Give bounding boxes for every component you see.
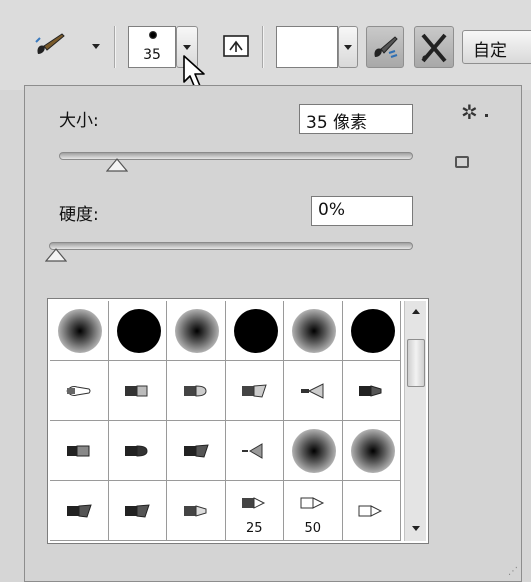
brush-preset-cell[interactable] <box>50 481 109 541</box>
toggle-brush-panel-icon <box>223 35 249 57</box>
brush-preset-cell[interactable] <box>342 361 401 421</box>
blend-mode-dropdown-button[interactable] <box>338 26 358 68</box>
brush-preset-cell[interactable] <box>225 361 284 421</box>
brush-preset-cell[interactable] <box>225 421 284 481</box>
brush-preset-cell[interactable] <box>108 361 167 421</box>
size-slider-thumb[interactable] <box>106 158 128 172</box>
brush-tip-icon <box>66 385 91 396</box>
hard-round-brush-icon <box>116 309 161 353</box>
mode-label: 自定 <box>473 41 507 61</box>
chevron-down-icon <box>92 44 100 49</box>
brush-preset-cell[interactable] <box>50 301 109 361</box>
brush-tip-icon <box>242 497 266 510</box>
brush-tip-icon <box>183 504 207 517</box>
brush-preset-picker[interactable]: 35 <box>128 26 176 68</box>
pressure-size-icon <box>421 33 447 63</box>
brush-preset-cell[interactable] <box>108 421 167 481</box>
brush-tip-icon <box>242 442 263 459</box>
brush-tip-icon <box>183 384 207 397</box>
pressure-size-button[interactable] <box>414 26 454 68</box>
menu-arrow-icon <box>485 114 488 117</box>
new-preset-icon[interactable] <box>455 156 469 168</box>
brush-preset-cell[interactable] <box>284 301 343 361</box>
brush-preset-cell[interactable] <box>342 421 401 481</box>
chevron-down-icon <box>344 45 352 50</box>
separator <box>262 26 264 68</box>
brush-preset-cell[interactable]: 50 <box>284 481 343 541</box>
brush-preset-cell[interactable] <box>167 301 226 361</box>
scroll-down-icon[interactable] <box>412 526 420 531</box>
hardness-label: 硬度: <box>59 205 99 225</box>
resize-grip-icon[interactable]: ⋰ <box>508 566 518 577</box>
scroll-thumb[interactable] <box>407 339 425 387</box>
toggle-brush-panel-button[interactable] <box>220 30 252 62</box>
brush-preset-cell[interactable] <box>167 421 226 481</box>
brush-preset-cell[interactable] <box>284 421 343 481</box>
brush-preset-cell[interactable] <box>108 301 167 361</box>
brush-preset-cell[interactable] <box>108 481 167 541</box>
brush-size-label: 25 <box>245 521 263 536</box>
hardness-slider-track[interactable] <box>49 242 413 250</box>
brush-grid: 25 50 <box>50 301 401 541</box>
brush-tip-icon <box>300 497 324 510</box>
hardness-input[interactable]: 0% <box>311 196 413 226</box>
brush-size-preview: 35 <box>143 47 161 63</box>
soft-round-brush-icon <box>292 429 336 473</box>
scroll-up-icon[interactable] <box>412 309 420 314</box>
gear-icon[interactable]: ✲ <box>461 100 478 124</box>
brush-size-label: 50 <box>304 521 322 536</box>
brush-tip-preview <box>149 31 157 39</box>
soft-round-brush-icon <box>58 309 102 353</box>
separator <box>114 26 116 68</box>
brush-preset-cell[interactable] <box>50 361 109 421</box>
soft-round-brush-icon <box>350 429 395 473</box>
brush-tip-icon <box>359 384 382 397</box>
tool-options-bar: 35 自定 <box>0 0 531 90</box>
brush-tip-icon <box>125 503 150 518</box>
brush-tool-icon <box>35 33 65 54</box>
brush-tip-icon <box>183 443 209 458</box>
soft-round-brush-icon <box>292 309 336 353</box>
brush-preset-cell[interactable] <box>342 481 401 541</box>
blend-mode-field[interactable] <box>276 26 338 68</box>
brush-preset-cell[interactable] <box>342 301 401 361</box>
scrollbar[interactable] <box>404 301 426 541</box>
mode-button[interactable]: 自定 <box>462 30 531 64</box>
brush-preset-popup: 大小: 35 像素 ✲ 硬度: 0% 25 50 ⋰ <box>24 85 522 582</box>
brush-preset-cell[interactable] <box>225 301 284 361</box>
brush-preset-cell[interactable] <box>167 361 226 421</box>
airbrush-icon <box>374 36 398 58</box>
brush-preset-cell[interactable] <box>284 361 343 421</box>
brush-tip-icon <box>66 445 90 456</box>
brush-tip-icon <box>66 503 92 518</box>
hardness-slider-thumb[interactable] <box>45 248 67 262</box>
brush-preset-cell[interactable] <box>50 421 109 481</box>
brush-tip-icon <box>125 444 148 457</box>
brush-tip-icon <box>125 385 148 396</box>
airbrush-button[interactable] <box>366 26 404 68</box>
tool-preset-picker[interactable] <box>34 30 104 64</box>
brush-tip-icon <box>242 383 267 398</box>
brush-preset-cell[interactable]: 25 <box>225 481 284 541</box>
hard-round-brush-icon <box>350 309 395 353</box>
size-label: 大小: <box>59 111 99 131</box>
brush-preset-cell[interactable] <box>167 481 226 541</box>
brush-tip-icon <box>300 382 324 399</box>
brush-preset-list: 25 50 <box>47 298 429 544</box>
brush-tip-icon <box>358 504 383 517</box>
soft-round-brush-icon <box>175 309 219 353</box>
chevron-down-icon <box>183 45 191 50</box>
size-input[interactable]: 35 像素 <box>299 104 413 134</box>
hard-round-brush-icon <box>233 309 278 353</box>
